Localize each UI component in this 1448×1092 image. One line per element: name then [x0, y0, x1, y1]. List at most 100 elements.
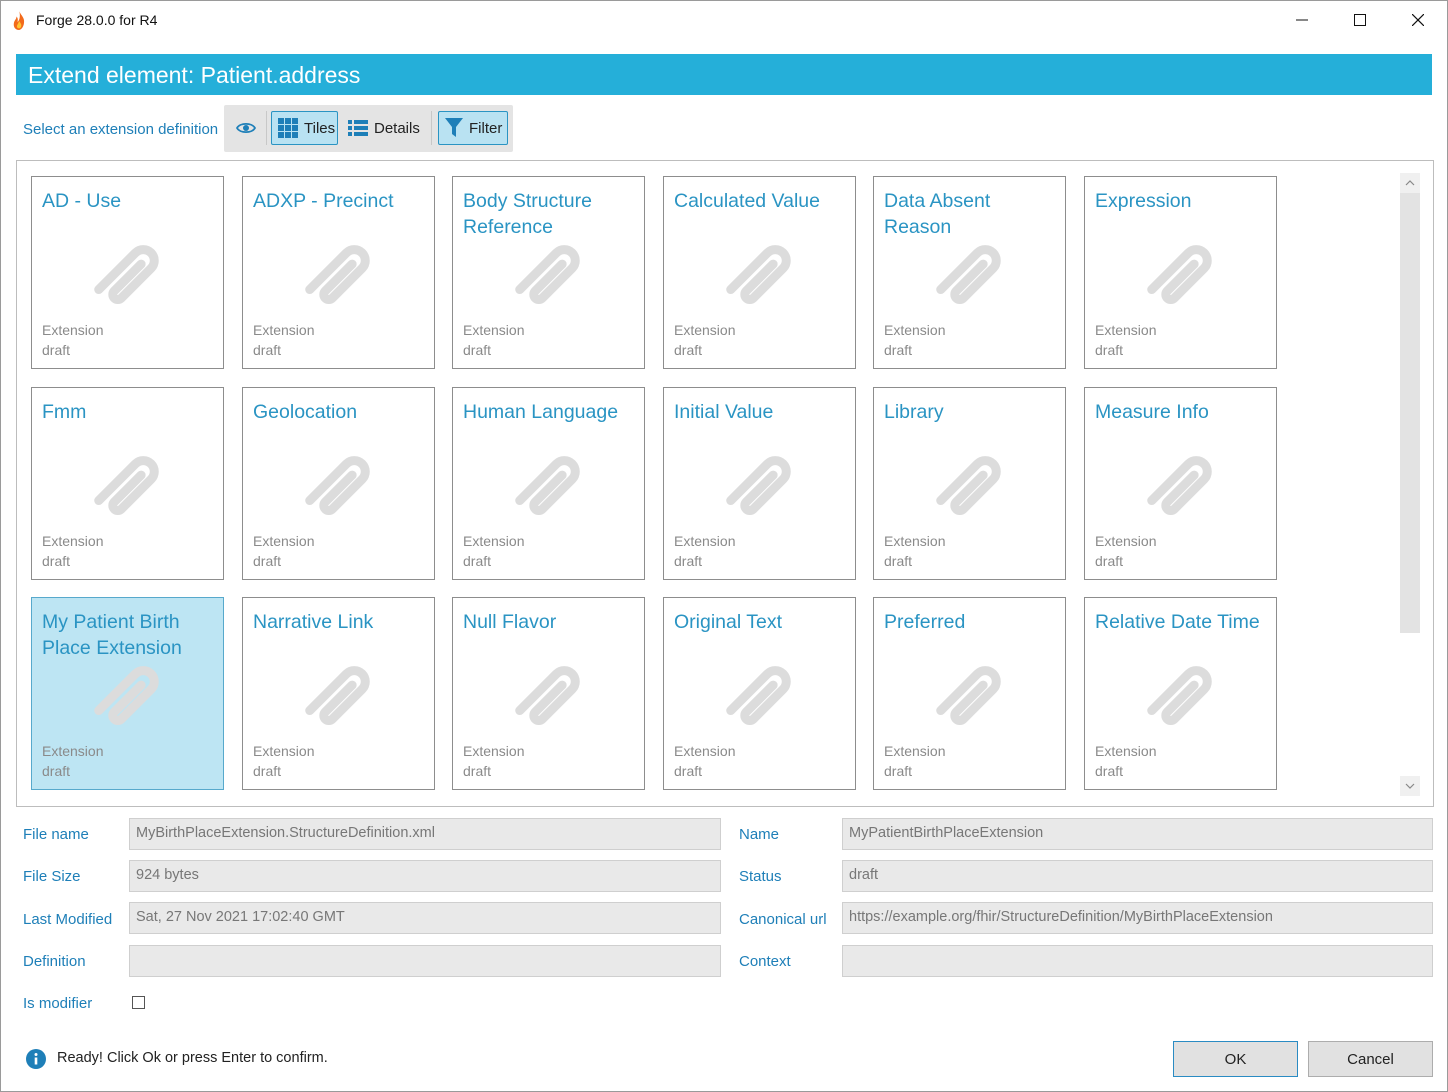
tile-type: Extension	[1095, 533, 1157, 549]
last-modified-label: Last Modified	[23, 911, 113, 928]
tile-status: draft	[884, 553, 913, 569]
context-field[interactable]	[842, 945, 1433, 977]
tile-type: Extension	[463, 533, 525, 549]
paperclip-icon	[505, 656, 591, 734]
file-name-field[interactable]: MyBirthPlaceExtension.StructureDefinitio…	[129, 818, 721, 850]
tiles-view-button[interactable]: Tiles	[271, 111, 338, 145]
tile-name: Relative Date Time	[1095, 611, 1260, 633]
extension-tile[interactable]: Initial Value Extension draft	[663, 387, 856, 580]
tile-name: Human Language	[463, 401, 619, 423]
eye-icon	[236, 122, 256, 134]
status-field[interactable]: draft	[842, 860, 1433, 892]
tile-name: Geolocation	[253, 401, 358, 423]
tile-type: Extension	[253, 743, 315, 759]
tile-type: Extension	[463, 743, 525, 759]
file-size-field[interactable]: 924 bytes	[129, 860, 721, 892]
extension-tile[interactable]: Narrative Link Extension draft	[242, 597, 435, 790]
tile-status: draft	[674, 342, 703, 358]
extension-tiles-panel: AD - Use Extension draft ADXP - Precinct Ext…	[16, 160, 1434, 807]
tile-status: draft	[253, 342, 282, 358]
cancel-button[interactable]: Cancel	[1308, 1041, 1433, 1077]
tile-name: Measure Info	[1095, 401, 1209, 423]
details-view-button[interactable]: Details	[344, 111, 424, 145]
selector-label: Select an extension definition	[23, 121, 219, 138]
paperclip-icon	[295, 235, 381, 313]
tile-name: AD - Use	[42, 190, 122, 212]
paperclip-icon	[1137, 446, 1223, 524]
scroll-down-button[interactable]	[1400, 776, 1420, 796]
extension-tile[interactable]: My Patient Birth Place Extension Extensio…	[31, 597, 224, 790]
extension-tile[interactable]: Preferred Extension draft	[873, 597, 1066, 790]
close-button[interactable]	[1389, 1, 1447, 39]
scroll-track[interactable]	[1400, 193, 1420, 776]
paperclip-icon	[505, 446, 591, 524]
is-modifier-checkbox[interactable]	[132, 996, 145, 1009]
tile-status: draft	[42, 553, 71, 569]
extension-tile[interactable]: Geolocation Extension draft	[242, 387, 435, 580]
tiles-label: Tiles	[304, 119, 336, 137]
extension-tile[interactable]: Human Language Extension draft	[452, 387, 645, 580]
paperclip-icon	[716, 235, 802, 313]
ok-button[interactable]: OK	[1173, 1041, 1298, 1077]
tile-type: Extension	[253, 322, 315, 338]
tile-name: Original Text	[674, 611, 783, 633]
canonical-url-label: Canonical url	[739, 911, 827, 928]
tile-name: Narrative Link	[253, 611, 374, 633]
definition-field[interactable]	[129, 945, 721, 977]
canonical-url-field[interactable]: https://example.org/fhir/StructureDefini…	[842, 902, 1433, 934]
paperclip-icon	[84, 446, 170, 524]
extension-tile[interactable]: Body Structure Reference Extension draft	[452, 176, 645, 369]
view-toolbar: Tiles Details Filter	[224, 105, 513, 152]
scroll-thumb[interactable]	[1400, 193, 1420, 633]
extension-tile[interactable]: Library Extension draft	[873, 387, 1066, 580]
tile-name: Preferred	[884, 611, 966, 633]
tile-type: Extension	[674, 743, 736, 759]
tile-type: Extension	[884, 533, 946, 549]
tile-status: draft	[42, 342, 71, 358]
tile-type: Extension	[463, 322, 525, 338]
filter-funnel-icon	[445, 118, 463, 137]
paperclip-icon	[505, 235, 591, 313]
maximize-icon	[1354, 14, 1366, 26]
tile-type: Extension	[884, 322, 946, 338]
tile-name: Null Flavor	[463, 611, 557, 633]
extension-tile[interactable]: Data Absent Reason Extension draft	[873, 176, 1066, 369]
tile-type: Extension	[674, 322, 736, 338]
tile-name: Calculated Value	[674, 190, 820, 212]
minimize-button[interactable]	[1273, 1, 1331, 39]
close-icon	[1412, 14, 1424, 26]
extension-tile[interactable]: Calculated Value Extension draft	[663, 176, 856, 369]
preview-button[interactable]	[230, 111, 262, 145]
tile-name: Data Absent Reason	[884, 190, 991, 238]
extension-tile[interactable]: AD - Use Extension draft	[31, 176, 224, 369]
paperclip-icon	[926, 656, 1012, 734]
scroll-up-button[interactable]	[1400, 173, 1420, 193]
extension-tile[interactable]: Null Flavor Extension draft	[452, 597, 645, 790]
dialog-heading: Extend element: Patient.address	[28, 62, 361, 88]
extension-tile[interactable]: Fmm Extension draft	[31, 387, 224, 580]
extension-tile[interactable]: Original Text Extension draft	[663, 597, 856, 790]
details-label: Details	[374, 119, 420, 137]
extension-tile[interactable]: Relative Date Time Extension draft	[1084, 597, 1277, 790]
extension-tile[interactable]: Measure Info Extension draft	[1084, 387, 1277, 580]
extension-tile[interactable]: Expression Extension draft	[1084, 176, 1277, 369]
tile-name: Library	[884, 401, 944, 423]
tile-name: My Patient Birth Place Extension	[42, 611, 182, 659]
dialog-window: Forge 28.0.0 for R4 Extend element: Pati…	[0, 0, 1448, 1092]
tiles-grid-icon	[278, 118, 298, 138]
tile-status: draft	[1095, 342, 1124, 358]
filter-button[interactable]: Filter	[438, 111, 508, 145]
last-modified-field[interactable]: Sat, 27 Nov 2021 17:02:40 GMT	[129, 902, 721, 934]
tile-status: draft	[1095, 553, 1124, 569]
paperclip-icon	[926, 235, 1012, 313]
extension-tile[interactable]: ADXP - Precinct Extension draft	[242, 176, 435, 369]
tiles-scrollbar[interactable]	[1400, 173, 1420, 798]
name-field[interactable]: MyPatientBirthPlaceExtension	[842, 818, 1433, 850]
tile-status: draft	[463, 763, 492, 779]
info-icon	[26, 1049, 46, 1069]
maximize-button[interactable]	[1331, 1, 1389, 39]
file-name-label: File name	[23, 826, 89, 843]
tile-name: Initial Value	[674, 401, 774, 423]
toolbar-separator	[266, 111, 267, 145]
tile-status: draft	[1095, 763, 1124, 779]
